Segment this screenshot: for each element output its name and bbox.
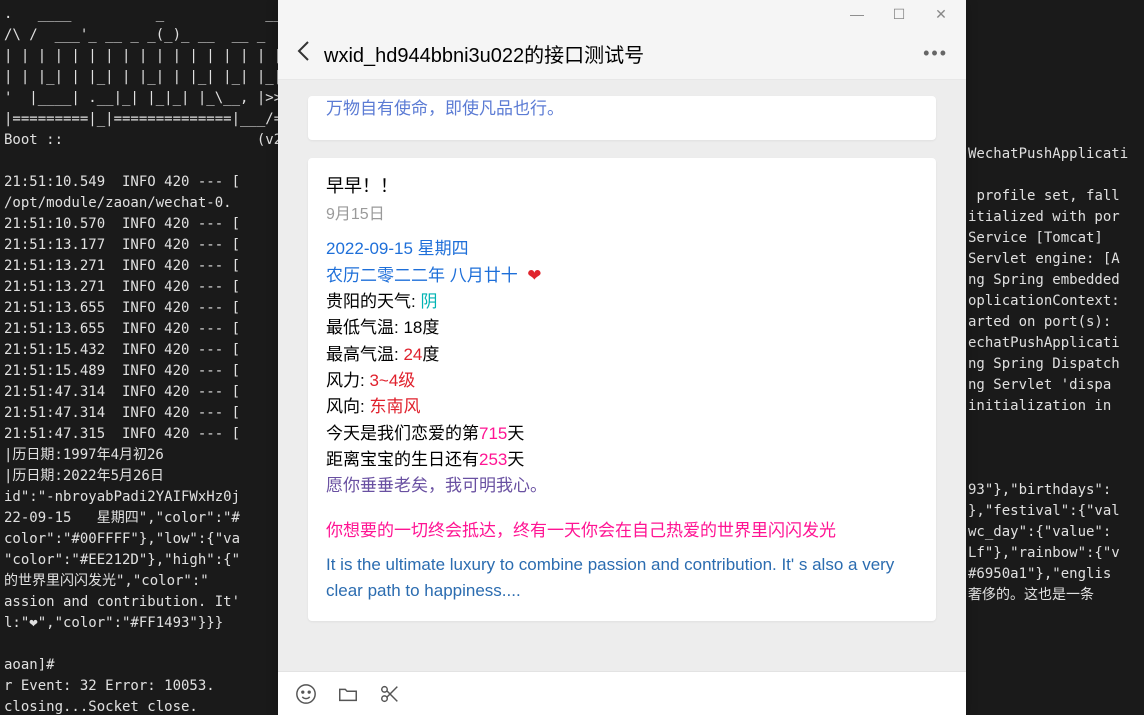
minimize-button[interactable]: — [836, 0, 878, 28]
wind-power-line: 风力: 3~4级 [326, 368, 918, 394]
folder-icon[interactable] [336, 682, 360, 706]
emoji-icon[interactable] [294, 682, 318, 706]
wish-line: 愿你垂垂老矣，我可明我心。 [326, 473, 918, 499]
chat-input-toolbar [278, 671, 966, 715]
card-subdate: 9月15日 [326, 200, 918, 224]
love-days-line: 今天是我们恋爱的第715天 [326, 421, 918, 447]
weather-line: 贵阳的天气: 阴 [326, 289, 918, 315]
scissors-icon[interactable] [378, 682, 402, 706]
back-button[interactable] [296, 40, 310, 68]
high-temp-line: 最高气温: 24度 [326, 342, 918, 368]
chat-body[interactable]: 万物自有使命，即使凡品也行。 早早！！ 9月15日 2022-09-15 星期四… [278, 80, 966, 671]
prev-text: 万物自有使命，即使凡品也行。 [326, 96, 918, 122]
card-title: 早早！！ [326, 172, 918, 198]
terminal-output-right: WechatPushApplicati profile set, fall it… [964, 140, 1144, 610]
more-button[interactable]: ••• [923, 43, 948, 64]
terminal-output-left: . ____ _ __ /\ / ___'_ __ _ _(_)_ __ __ … [0, 0, 280, 715]
rainbow-line: 你想要的一切终会抵达，终有一天你会在自己热爱的世界里闪闪发光 [326, 518, 918, 544]
low-temp-line: 最低气温: 18度 [326, 315, 918, 341]
message-card-prev[interactable]: 万物自有使命，即使凡品也行。 [308, 96, 936, 140]
wechat-window: — ☐ ✕ wxid_hd944bbni3u022的接口测试号 ••• 万物自有… [278, 0, 966, 715]
chat-title: wxid_hd944bbni3u022的接口测试号 [324, 39, 909, 68]
heart-icon: ❤ [527, 266, 541, 285]
wind-dir-line: 风向: 东南风 [326, 394, 918, 420]
date-line: 2022-09-15 星期四 [326, 236, 918, 262]
english-line: It is the ultimate luxury to combine pas… [326, 552, 918, 603]
maximize-button[interactable]: ☐ [878, 0, 920, 28]
window-titlebar: — ☐ ✕ [278, 0, 966, 28]
message-card[interactable]: 早早！！ 9月15日 2022-09-15 星期四 农历二零二二年 八月廿十 ❤… [308, 158, 936, 621]
lunar-line: 农历二零二二年 八月廿十 ❤ [326, 263, 918, 289]
birthday-line: 距离宝宝的生日还有253天 [326, 447, 918, 473]
chat-header: wxid_hd944bbni3u022的接口测试号 ••• [278, 28, 966, 80]
close-button[interactable]: ✕ [920, 0, 962, 28]
